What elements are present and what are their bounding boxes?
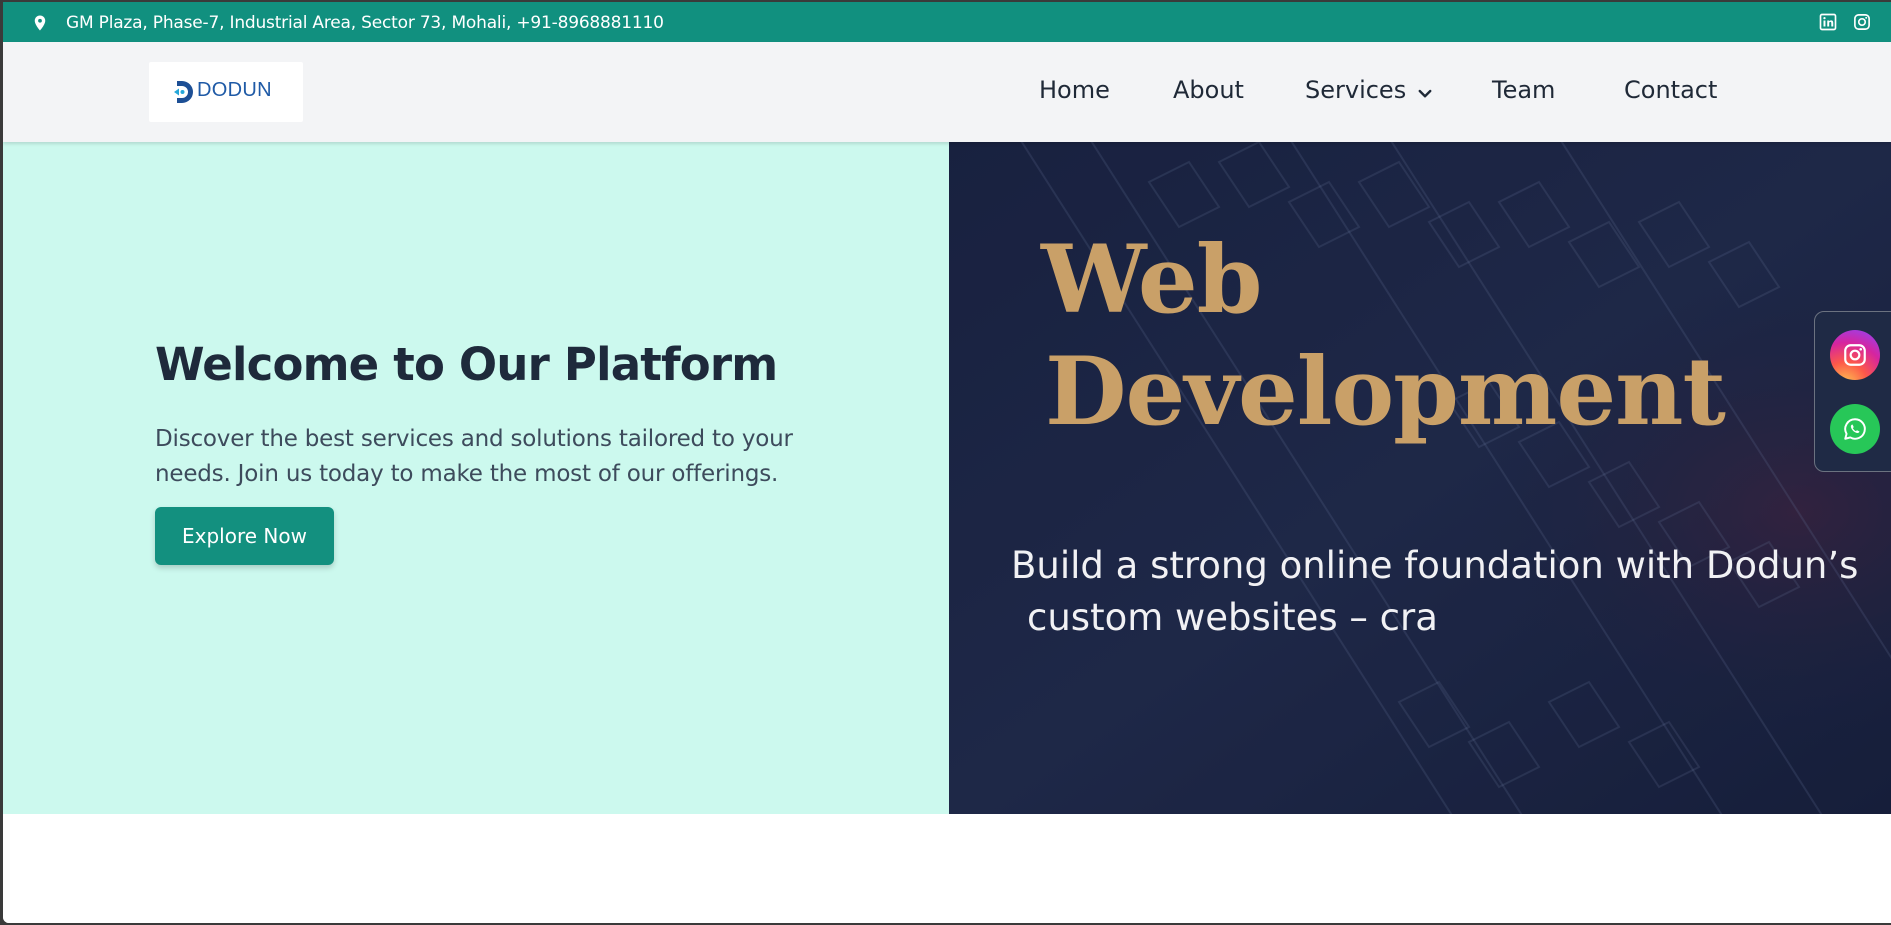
hero-intro: Welcome to Our Platform Discover the bes…	[3, 142, 949, 814]
logo-mark-icon	[171, 78, 195, 106]
slide-text-line1: Build a strong online foundation with Do…	[1011, 544, 1859, 587]
chevron-down-icon	[1416, 81, 1434, 99]
page-content-below-fold	[3, 814, 1891, 923]
hero-title: Welcome to Our Platform	[155, 338, 778, 391]
slide-title: Web Development	[1041, 224, 1726, 448]
brand-tagline	[197, 102, 272, 105]
primary-nav: Home About Services Team Contact	[1039, 76, 1739, 106]
nav-team[interactable]: Team	[1492, 76, 1555, 104]
instagram-icon[interactable]	[1830, 330, 1880, 380]
explore-now-button[interactable]: Explore Now	[155, 507, 334, 565]
slide-title-line1: Web	[1041, 225, 1262, 335]
whatsapp-icon[interactable]	[1830, 404, 1880, 454]
hero-description: Discover the best services and solutions…	[155, 426, 793, 487]
nav-about[interactable]: About	[1173, 76, 1244, 104]
location-pin-icon	[31, 13, 49, 33]
floating-social-panel	[1814, 311, 1891, 472]
slide-title-line2: Development	[1045, 337, 1726, 447]
nav-services[interactable]: Services	[1305, 76, 1434, 104]
main-navbar: DODUN Home About Services Team Contact	[3, 42, 1891, 142]
top-social-links	[1819, 13, 1871, 31]
nav-services-label: Services	[1305, 76, 1407, 104]
browser-viewport: GM Plaza, Phase-7, Industrial Area, Sect…	[3, 2, 1891, 923]
nav-contact[interactable]: Contact	[1624, 76, 1717, 104]
hero-slide: Web Development Build a strong online fo…	[949, 142, 1891, 814]
slide-text-line2: custom websites – cra	[1027, 596, 1438, 639]
slide-subtitle: Build a strong online foundation with Do…	[1011, 540, 1871, 644]
brand-name: DODUN	[197, 78, 272, 101]
brand-logo[interactable]: DODUN	[149, 62, 303, 122]
top-info-bar: GM Plaza, Phase-7, Industrial Area, Sect…	[3, 2, 1891, 42]
instagram-icon[interactable]	[1853, 13, 1871, 31]
nav-home[interactable]: Home	[1039, 76, 1110, 104]
linkedin-icon[interactable]	[1819, 13, 1837, 31]
address-text: GM Plaza, Phase-7, Industrial Area, Sect…	[66, 13, 664, 33]
